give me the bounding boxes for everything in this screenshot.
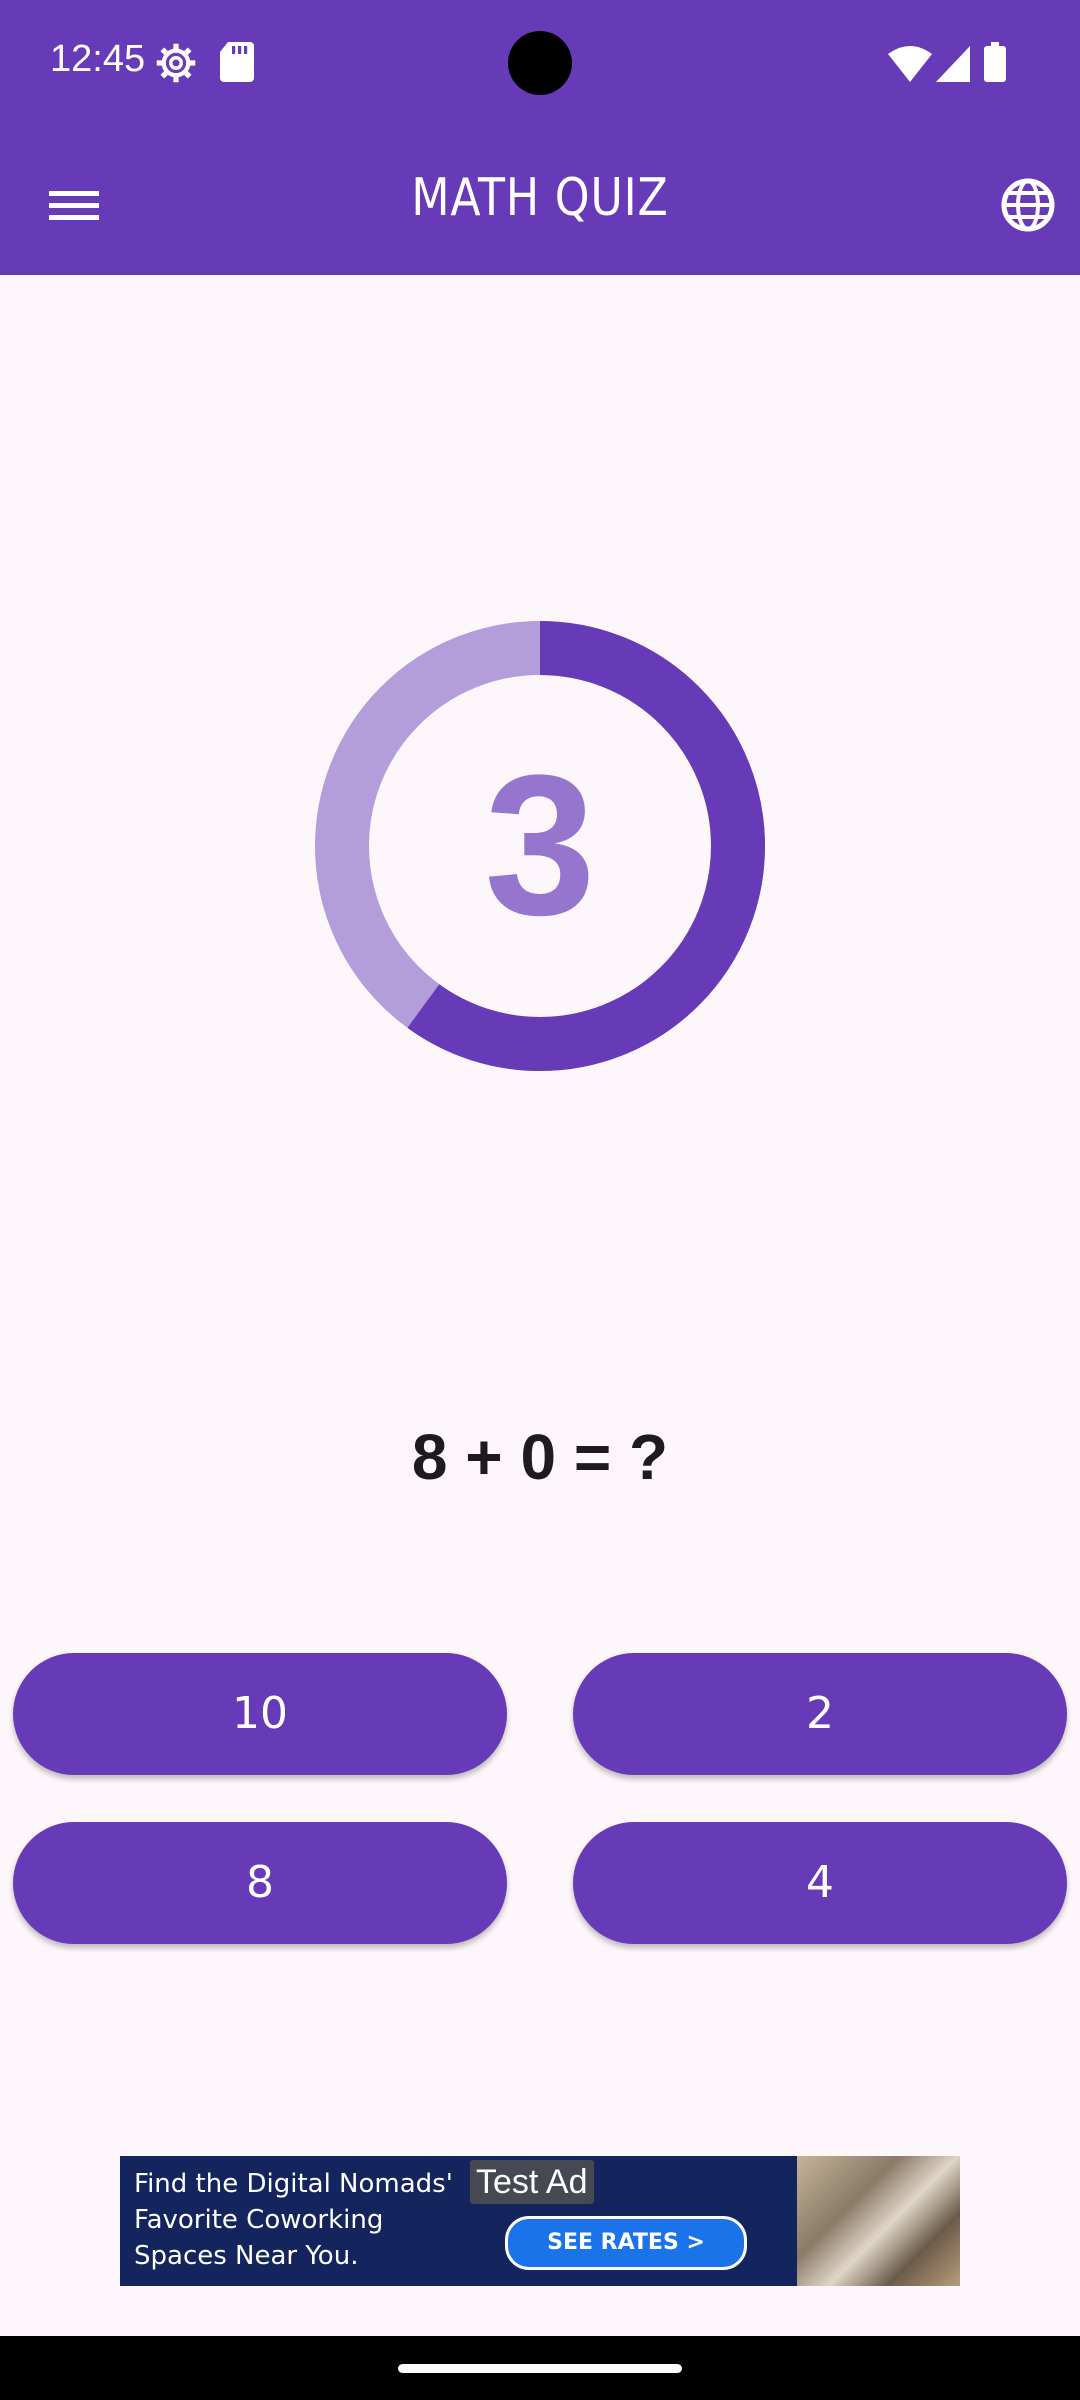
battery-icon xyxy=(984,42,1006,86)
settings-icon xyxy=(155,42,197,88)
ad-label: Test Ad xyxy=(470,2160,594,2204)
camera-cutout xyxy=(508,31,572,95)
wifi-icon xyxy=(888,46,932,86)
status-time: 12:45 xyxy=(50,38,146,80)
answer-button-4[interactable]: 4 xyxy=(573,1822,1067,1944)
status-bar: 12:45 xyxy=(0,0,1080,130)
language-button[interactable] xyxy=(993,170,1063,240)
signal-icon xyxy=(936,46,970,86)
home-indicator[interactable] xyxy=(398,2364,682,2373)
app-bar: MATH QUIZ xyxy=(0,130,1080,275)
countdown-timer: 3 xyxy=(314,620,766,1072)
answer-button-2[interactable]: 2 xyxy=(573,1653,1067,1775)
sd-card-icon xyxy=(220,42,254,86)
ad-headline: Find the Digital Nomads' Favorite Cowork… xyxy=(134,2169,453,2271)
timer-seconds: 3 xyxy=(484,734,596,957)
globe-icon xyxy=(1001,178,1055,232)
ad-image xyxy=(797,2156,960,2286)
page-title: MATH QUIZ xyxy=(411,168,669,228)
ad-banner[interactable]: Find the Digital Nomads' Favorite Cowork… xyxy=(120,2156,960,2286)
answer-button-3[interactable]: 8 xyxy=(13,1822,507,1944)
navigation-bar xyxy=(0,2336,1080,2400)
question-text: 8 + 0 = ? xyxy=(411,1421,669,1493)
answer-button-1[interactable]: 10 xyxy=(13,1653,507,1775)
ad-cta-button[interactable]: SEE RATES > xyxy=(505,2216,747,2270)
